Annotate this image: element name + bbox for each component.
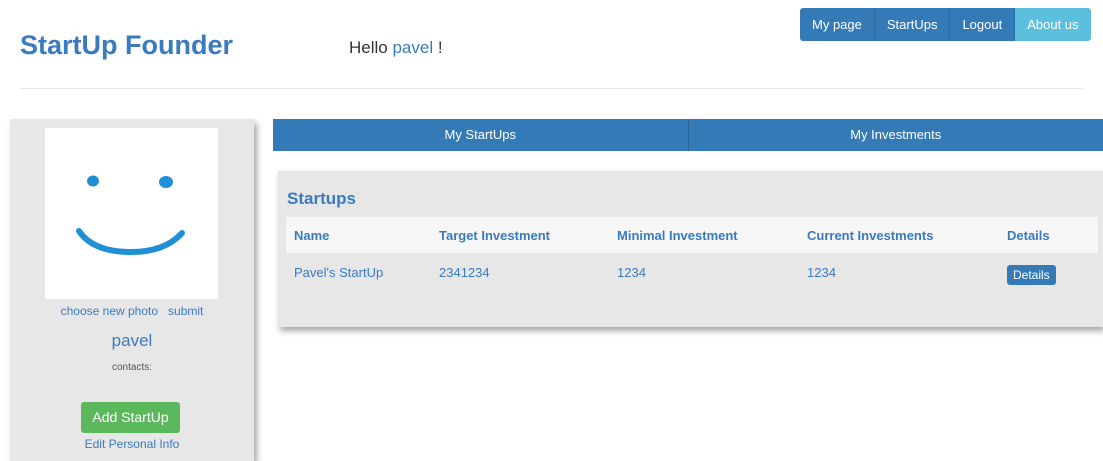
table-header-row: Name Target Investment Minimal Investmen… xyxy=(286,217,1098,253)
tab-my-startups[interactable]: My StartUps xyxy=(273,119,688,151)
column-header-name: Name xyxy=(294,227,330,243)
nav-about-us-button[interactable]: About us xyxy=(1015,8,1091,41)
nav-my-page-button[interactable]: My page xyxy=(800,8,875,41)
header-divider xyxy=(20,88,1083,89)
profile-sidebar: choose new photo submit pavel contacts: A… xyxy=(10,119,254,461)
greeting-username: pavel xyxy=(392,38,434,57)
profile-photo xyxy=(45,128,218,299)
nav-logout-button[interactable]: Logout xyxy=(950,8,1016,41)
greeting-prefix: Hello xyxy=(349,38,393,57)
profile-username: pavel xyxy=(111,331,153,350)
cell-current-investments: 1234 xyxy=(807,264,836,280)
greeting-suffix: ! xyxy=(433,38,443,57)
content-tabs: My StartUps My Investments xyxy=(273,119,1103,151)
column-header-details: Details xyxy=(1007,227,1050,243)
tab-my-investments[interactable]: My Investments xyxy=(687,119,1103,151)
startups-table: Name Target Investment Minimal Investmen… xyxy=(286,217,1098,291)
add-startup-button[interactable]: Add StartUp xyxy=(81,402,180,433)
brand-title[interactable]: StartUp Founder xyxy=(20,30,233,61)
top-navigation: My page StartUps Logout About us xyxy=(800,8,1091,41)
startups-panel: Startups Name Target Investment Minimal … xyxy=(278,171,1103,327)
cell-minimal-investment: 1234 xyxy=(617,264,646,280)
table-row: Pavel's StartUp 2341234 1234 1234 Detail… xyxy=(286,253,1098,291)
photo-actions: choose new photo submit xyxy=(10,304,254,318)
column-header-minimal-investment: Minimal Investment xyxy=(617,227,738,243)
nav-startups-button[interactable]: StartUps xyxy=(874,8,951,41)
cell-startup-name[interactable]: Pavel's StartUp xyxy=(286,253,431,291)
startups-heading: Startups xyxy=(287,189,356,208)
choose-new-photo-link[interactable]: choose new photo xyxy=(61,304,158,318)
cell-details: Details xyxy=(999,253,1098,291)
greeting: Hello pavel ! xyxy=(349,38,443,58)
cell-target-investment: 2341234 xyxy=(439,264,490,280)
column-header-target-investment: Target Investment xyxy=(439,227,551,243)
edit-personal-info-link[interactable]: Edit Personal Info xyxy=(10,437,254,451)
smiley-face-icon xyxy=(76,175,185,256)
column-header-current-investments: Current Investments xyxy=(807,227,934,243)
submit-photo-link[interactable]: submit xyxy=(168,304,203,318)
contacts-label: contacts: xyxy=(111,362,153,373)
details-button[interactable]: Details xyxy=(1007,265,1056,285)
